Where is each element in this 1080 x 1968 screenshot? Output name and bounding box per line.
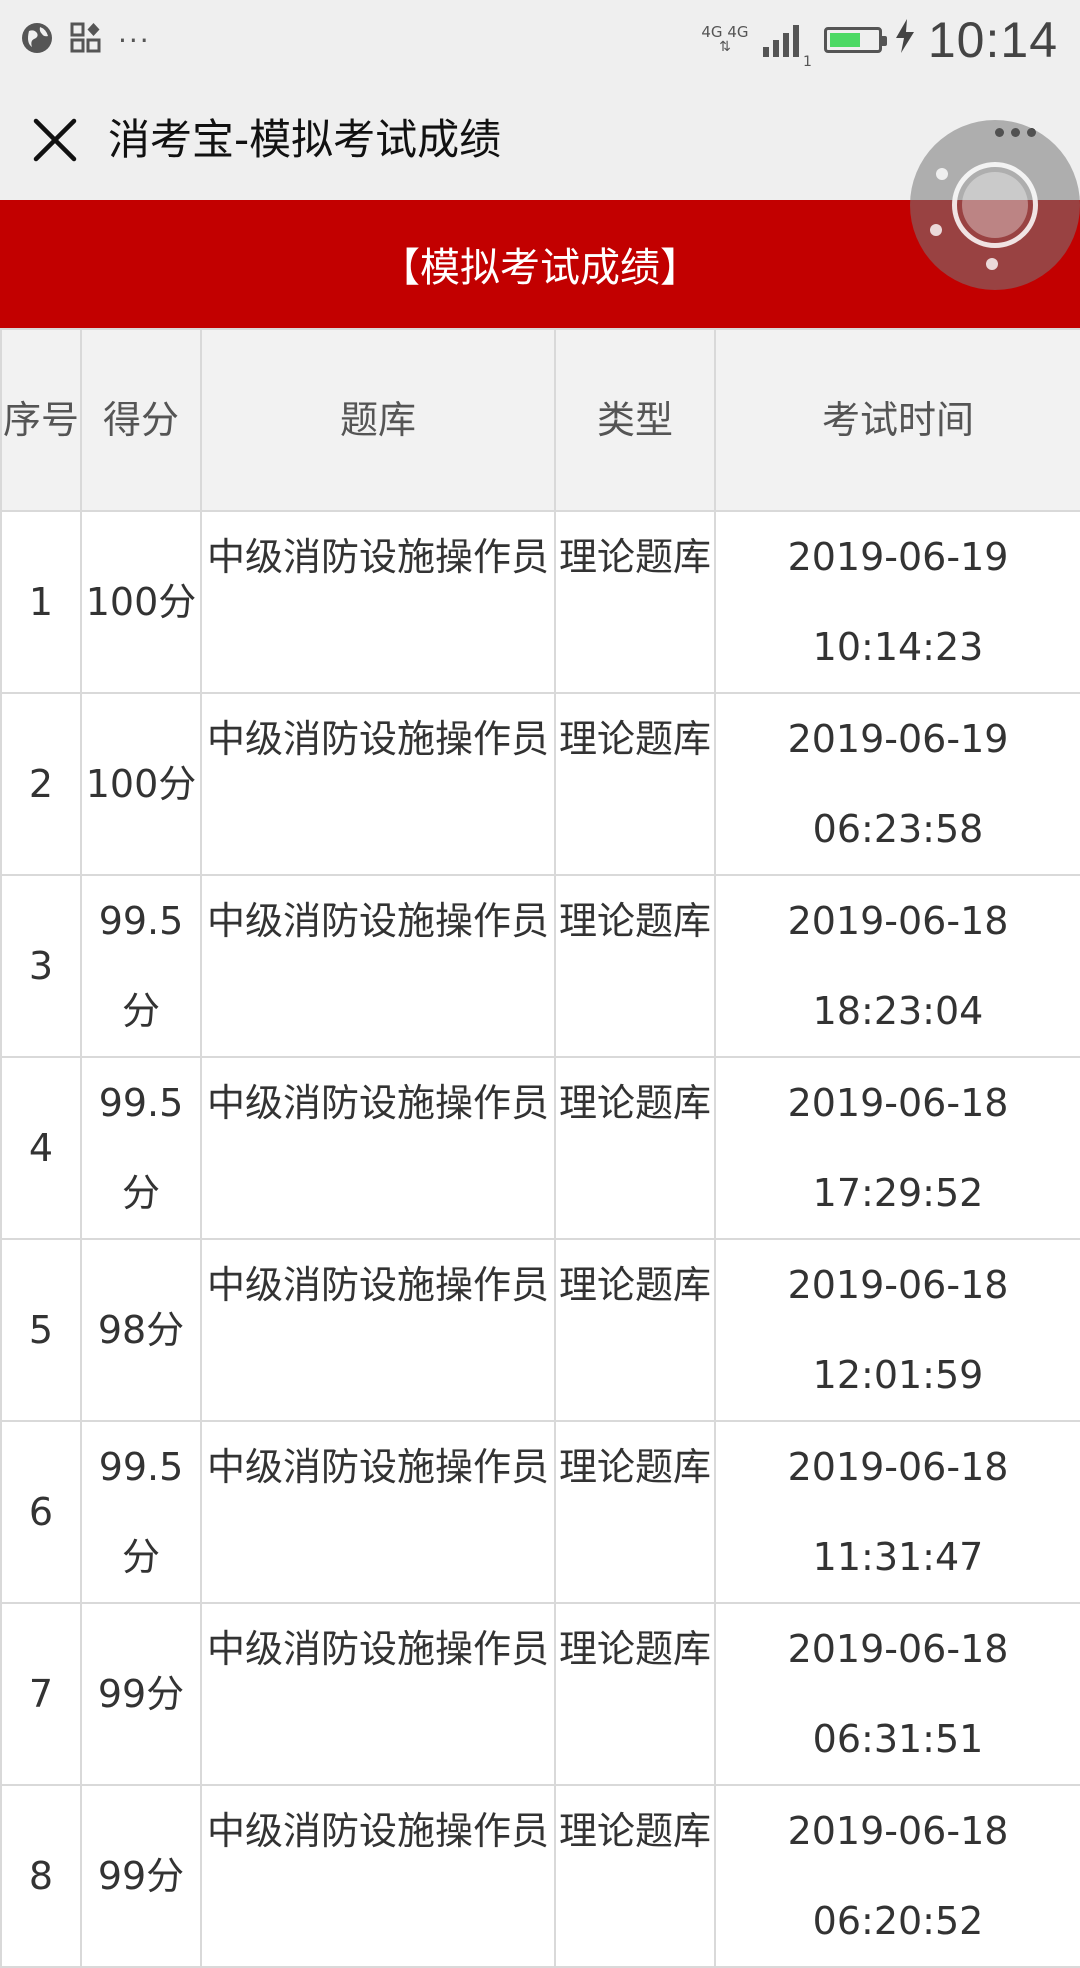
row-type-cell: 理论题库 xyxy=(554,874,716,1058)
exam-date: 2019-06-18 xyxy=(787,899,1009,943)
table-row[interactable]: 5 98分 中级消防设施操作员 理论题库 2019-06-18 12:01:59 xyxy=(0,1238,1080,1422)
apps-icon xyxy=(70,22,102,58)
row-index-cell: 1 xyxy=(0,510,82,694)
exam-date: 2019-06-18 xyxy=(787,1263,1009,1307)
header-exam-time: 考试时间 xyxy=(714,328,1080,512)
exam-clock-time: 17:29:52 xyxy=(812,1171,984,1215)
exam-clock-time: 12:01:59 xyxy=(812,1353,984,1397)
exam-clock-time: 06:23:58 xyxy=(812,807,984,851)
row-exam-time-cell: 2019-06-19 10:14:23 xyxy=(714,510,1080,694)
results-table: 序号 得分 题库 类型 考试时间 1 100分 中级消防设施操作员 理论题库 2019-… xyxy=(0,328,1080,1968)
status-bar: ··· 4G 4G ⇅ 1 10:14 xyxy=(0,0,1080,80)
data-arrows-icon: ⇅ xyxy=(719,39,731,55)
globe-icon xyxy=(20,21,54,59)
exam-clock-time: 18:23:04 xyxy=(812,989,984,1033)
exam-date: 2019-06-18 xyxy=(787,1081,1009,1125)
row-score-cell: 98分 xyxy=(80,1238,202,1422)
sim-index: 1 xyxy=(802,54,812,70)
table-row[interactable]: 2 100分 中级消防设施操作员 理论题库 2019-06-19 06:23:58 xyxy=(0,692,1080,876)
row-exam-time-cell: 2019-06-18 06:31:51 xyxy=(714,1602,1080,1786)
row-score-cell: 99分 xyxy=(80,1784,202,1968)
close-icon xyxy=(33,118,77,162)
exam-clock-time: 06:31:51 xyxy=(812,1717,984,1761)
row-exam-time-cell: 2019-06-18 18:23:04 xyxy=(714,874,1080,1058)
table-row[interactable]: 1 100分 中级消防设施操作员 理论题库 2019-06-19 10:14:23 xyxy=(0,510,1080,694)
table-row[interactable]: 8 99分 中级消防设施操作员 理论题库 2019-06-18 06:20:52 xyxy=(0,1784,1080,1968)
row-exam-time-cell: 2019-06-18 11:31:47 xyxy=(714,1420,1080,1604)
close-button[interactable] xyxy=(26,111,84,169)
row-bank-cell: 中级消防设施操作员 xyxy=(200,510,556,694)
exam-clock-time: 06:20:52 xyxy=(812,1899,984,1943)
network-type: 4G 4G xyxy=(701,23,749,41)
row-index-cell: 8 xyxy=(0,1784,82,1968)
header-bank: 题库 xyxy=(200,328,556,512)
row-exam-time-cell: 2019-06-18 17:29:52 xyxy=(714,1056,1080,1240)
row-score-cell: 99.5分 xyxy=(80,1420,202,1604)
status-left-icons: ··· xyxy=(20,18,151,62)
row-index-cell: 6 xyxy=(0,1420,82,1604)
row-type-cell: 理论题库 xyxy=(554,1238,716,1422)
row-index-cell: 3 xyxy=(0,874,82,1058)
row-index-cell: 4 xyxy=(0,1056,82,1240)
table-row[interactable]: 7 99分 中级消防设施操作员 理论题库 2019-06-18 06:31:51 xyxy=(0,1602,1080,1786)
floating-button-ring-icon xyxy=(952,162,1038,248)
row-type-cell: 理论题库 xyxy=(554,692,716,876)
status-right-icons: 4G 4G ⇅ 1 10:14 xyxy=(699,10,1058,70)
row-bank-cell: 中级消防设施操作员 xyxy=(200,692,556,876)
signal-icon xyxy=(762,23,799,57)
exam-date: 2019-06-18 xyxy=(787,1627,1009,1671)
row-score-cell: 99分 xyxy=(80,1602,202,1786)
exam-date: 2019-06-18 xyxy=(787,1809,1009,1853)
network-indicator: 4G 4G ⇅ xyxy=(699,25,751,55)
row-score-cell: 99.5分 xyxy=(80,874,202,1058)
floating-assistive-button[interactable] xyxy=(910,120,1080,290)
exam-clock-time: 10:14:23 xyxy=(812,625,984,669)
row-bank-cell: 中级消防设施操作员 xyxy=(200,1238,556,1422)
row-index-cell: 2 xyxy=(0,692,82,876)
banner-title: 【模拟考试成绩】 xyxy=(380,245,700,291)
row-bank-cell: 中级消防设施操作员 xyxy=(200,1784,556,1968)
bolt-icon xyxy=(894,19,916,61)
status-time: 10:14 xyxy=(927,12,1058,68)
exam-date: 2019-06-18 xyxy=(787,1445,1009,1489)
row-bank-cell: 中级消防设施操作员 xyxy=(200,1420,556,1604)
row-type-cell: 理论题库 xyxy=(554,1602,716,1786)
row-exam-time-cell: 2019-06-19 06:23:58 xyxy=(714,692,1080,876)
exam-clock-time: 11:31:47 xyxy=(812,1535,984,1579)
row-score-cell: 100分 xyxy=(80,510,202,694)
row-type-cell: 理论题库 xyxy=(554,1420,716,1604)
row-bank-cell: 中级消防设施操作员 xyxy=(200,1056,556,1240)
row-type-cell: 理论题库 xyxy=(554,1056,716,1240)
row-type-cell: 理论题库 xyxy=(554,1784,716,1968)
row-exam-time-cell: 2019-06-18 06:20:52 xyxy=(714,1784,1080,1968)
header-type: 类型 xyxy=(554,328,716,512)
row-exam-time-cell: 2019-06-18 12:01:59 xyxy=(714,1238,1080,1422)
row-index-cell: 5 xyxy=(0,1238,82,1422)
battery-icon xyxy=(823,27,887,53)
table-header-row: 序号 得分 题库 类型 考试时间 xyxy=(0,328,1080,512)
row-index-cell: 7 xyxy=(0,1602,82,1786)
exam-date: 2019-06-19 xyxy=(787,717,1009,761)
page-title: 消考宝-模拟考试成绩 xyxy=(108,115,502,164)
header-index: 序号 xyxy=(0,328,82,512)
row-bank-cell: 中级消防设施操作员 xyxy=(200,874,556,1058)
row-score-cell: 100分 xyxy=(80,692,202,876)
more-dots-icon: ··· xyxy=(118,23,151,57)
header-score: 得分 xyxy=(80,328,202,512)
table-row[interactable]: 4 99.5分 中级消防设施操作员 理论题库 2019-06-18 17:29:52 xyxy=(0,1056,1080,1240)
battery-fill xyxy=(829,33,860,47)
row-type-cell: 理论题库 xyxy=(554,510,716,694)
row-bank-cell: 中级消防设施操作员 xyxy=(200,1602,556,1786)
table-row[interactable]: 6 99.5分 中级消防设施操作员 理论题库 2019-06-18 11:31:47 xyxy=(0,1420,1080,1604)
exam-date: 2019-06-19 xyxy=(787,535,1009,579)
row-score-cell: 99.5分 xyxy=(80,1056,202,1240)
table-row[interactable]: 3 99.5分 中级消防设施操作员 理论题库 2019-06-18 18:23:04 xyxy=(0,874,1080,1058)
